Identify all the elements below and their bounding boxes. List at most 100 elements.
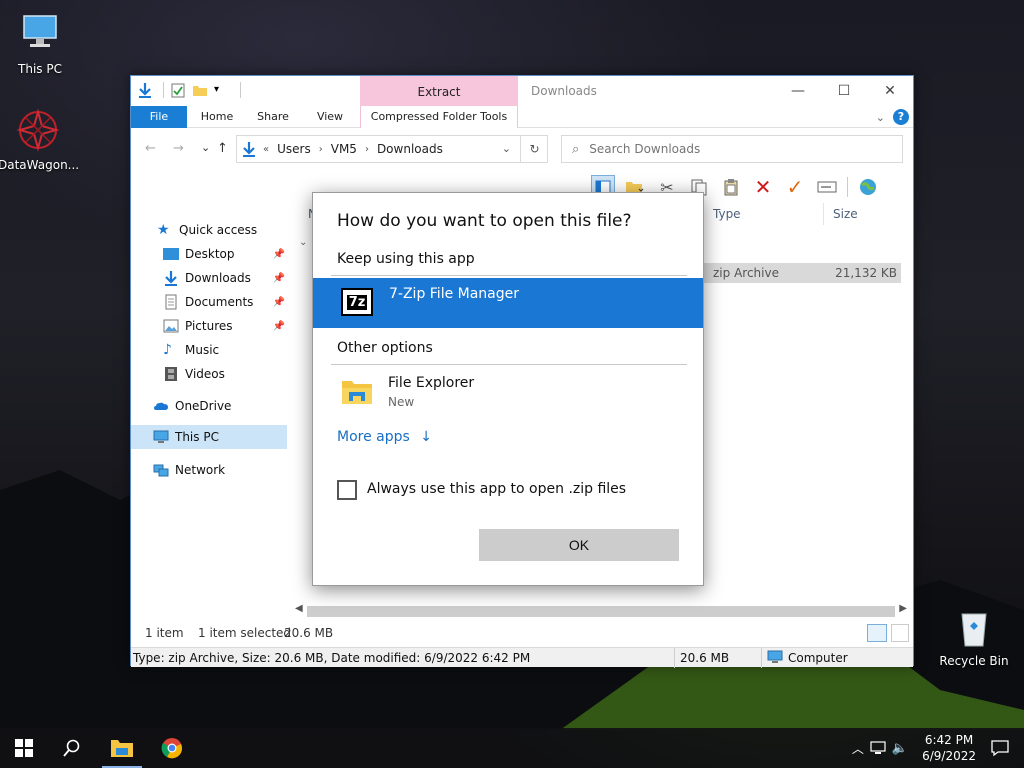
nav-label: Desktop xyxy=(185,247,235,261)
rename-icon[interactable] xyxy=(815,175,839,199)
globe-icon[interactable] xyxy=(856,175,880,199)
taskbar-file-explorer[interactable] xyxy=(98,728,146,768)
more-apps-link[interactable]: More apps ↓ xyxy=(337,429,432,445)
7zip-icon: 7z xyxy=(341,288,373,316)
recent-dropdown-icon[interactable]: ⌄ xyxy=(201,141,210,154)
pin-icon[interactable]: 📌 xyxy=(273,297,285,308)
nav-label: This PC xyxy=(175,430,219,444)
other-options-heading: Other options xyxy=(337,340,433,356)
search-icon xyxy=(63,739,80,757)
maximize-icon[interactable]: ☐ xyxy=(821,76,867,106)
taskbar-chrome[interactable] xyxy=(148,728,196,768)
qat-dropdown-icon[interactable]: ▾ xyxy=(214,82,230,98)
start-button[interactable] xyxy=(0,728,48,768)
system-tray: ︿ 🔈 6:42 PM 6/9/2022 xyxy=(852,728,976,768)
tab-compressed-folder-tools[interactable]: Compressed Folder Tools xyxy=(360,106,518,128)
column-header-size[interactable]: Size xyxy=(833,207,858,221)
context-tab-group-extract: Extract xyxy=(360,76,518,106)
status-size: 20.6 MB xyxy=(680,651,730,665)
more-apps-label: More apps xyxy=(337,429,410,445)
download-arrow-icon[interactable] xyxy=(137,82,153,98)
nav-downloads[interactable]: Downloads 📌 xyxy=(163,266,287,290)
nav-desktop[interactable]: Desktop 📌 xyxy=(163,242,287,266)
forward-arrow-icon[interactable]: → xyxy=(173,141,184,156)
nav-label: Pictures xyxy=(185,319,233,333)
nav-quick-access[interactable]: ★ Quick access xyxy=(157,218,313,242)
desktop-icon-recycle-bin[interactable]: Recycle Bin xyxy=(934,602,1014,668)
desktop-icon-this-pc[interactable]: This PC xyxy=(0,10,80,76)
breadcrumb-users[interactable]: Users xyxy=(277,142,311,156)
table-row[interactable]: zip Archive 21,132 KB xyxy=(701,263,901,283)
scrollbar-thumb[interactable] xyxy=(307,606,895,617)
tab-file[interactable]: File xyxy=(131,106,187,128)
desktop-folder-icon xyxy=(163,248,179,260)
group-collapse-icon[interactable]: ⌄ xyxy=(299,237,307,248)
app-option-file-explorer[interactable]: File Explorer New xyxy=(313,373,703,417)
notification-icon[interactable] xyxy=(990,738,1010,758)
volume-icon[interactable]: 🔈 xyxy=(892,741,908,756)
scroll-left-icon[interactable]: ◀ xyxy=(295,603,303,614)
large-icons-view-icon[interactable] xyxy=(891,624,909,642)
status-selected-size: 20.6 MB xyxy=(284,626,334,640)
ribbon-right-controls: ⌄ ? xyxy=(876,109,909,125)
nav-network[interactable]: Network xyxy=(153,458,309,482)
desktop-icon-datawagon[interactable]: DataWagon... xyxy=(0,106,79,172)
paste-icon[interactable] xyxy=(719,175,743,199)
ok-button[interactable]: OK xyxy=(479,529,679,561)
back-arrow-icon[interactable]: ← xyxy=(145,141,156,156)
nav-videos[interactable]: Videos xyxy=(163,362,287,386)
always-use-label[interactable]: Always use this app to open .zip files xyxy=(367,481,626,497)
open-with-dialog: How do you want to open this file? Keep … xyxy=(312,192,704,586)
separator xyxy=(761,648,762,668)
network-status-icon[interactable] xyxy=(870,741,886,755)
properties-icon[interactable] xyxy=(170,82,186,98)
address-bar[interactable]: « Users › VM5 › Downloads ⌄ xyxy=(236,135,548,163)
column-header-type[interactable]: Type xyxy=(713,207,741,221)
always-use-checkbox[interactable] xyxy=(337,480,357,500)
file-explorer-icon xyxy=(111,740,133,757)
tab-share[interactable]: Share xyxy=(249,106,297,128)
chevron-up-icon[interactable]: ︿ xyxy=(852,740,864,757)
tab-view[interactable]: View xyxy=(307,106,353,128)
new-folder-icon[interactable] xyxy=(192,82,208,98)
delete-icon[interactable]: ✕ xyxy=(751,175,775,199)
taskbar: ︿ 🔈 6:42 PM 6/9/2022 xyxy=(0,728,1024,768)
clock[interactable]: 6:42 PM 6/9/2022 xyxy=(922,732,976,764)
pin-icon[interactable]: 📌 xyxy=(273,249,285,260)
status-selected: 1 item selected xyxy=(198,626,292,640)
details-view-icon[interactable] xyxy=(867,624,887,642)
recycle-bin-icon xyxy=(961,613,987,647)
nav-label: Documents xyxy=(185,295,254,309)
tab-home[interactable]: Home xyxy=(193,106,241,128)
nav-documents[interactable]: Documents 📌 xyxy=(163,290,287,314)
search-button[interactable] xyxy=(48,728,96,768)
nav-pictures[interactable]: Pictures 📌 xyxy=(163,314,287,338)
status-detail: Type: zip Archive, Size: 20.6 MB, Date m… xyxy=(133,651,531,665)
chevron-right-icon[interactable]: › xyxy=(365,144,369,155)
file-size-cell: 21,132 KB xyxy=(835,266,897,280)
pin-icon[interactable]: 📌 xyxy=(273,321,285,332)
scroll-right-icon[interactable]: ▶ xyxy=(899,603,907,614)
chevron-right-icon[interactable]: › xyxy=(319,144,323,155)
pin-icon[interactable]: 📌 xyxy=(273,273,285,284)
windows-logo-icon xyxy=(15,739,33,757)
check-icon[interactable]: ✓ xyxy=(783,175,807,199)
search-input[interactable] xyxy=(589,142,870,156)
nav-onedrive[interactable]: OneDrive xyxy=(153,394,309,418)
app-option-7zip[interactable]: 7z 7-Zip File Manager xyxy=(313,278,703,328)
expand-ribbon-icon[interactable]: ⌄ xyxy=(876,111,885,124)
horizontal-scrollbar[interactable]: ◀ ▶ xyxy=(291,603,911,619)
refresh-icon[interactable]: ↻ xyxy=(520,135,548,163)
divider xyxy=(331,364,687,365)
help-icon[interactable]: ? xyxy=(893,109,909,125)
desktop-icon-label: This PC xyxy=(18,62,62,76)
nav-music[interactable]: ♪ Music xyxy=(163,338,287,362)
minimize-icon[interactable]: — xyxy=(775,76,821,106)
close-icon[interactable]: ✕ xyxy=(867,76,913,106)
breadcrumb-vm5[interactable]: VM5 xyxy=(331,142,357,156)
address-dropdown-icon[interactable]: ⌄ xyxy=(502,142,511,155)
breadcrumb-downloads[interactable]: Downloads xyxy=(377,142,443,156)
up-arrow-icon[interactable]: ↑ xyxy=(217,141,228,156)
nav-this-pc[interactable]: This PC xyxy=(131,425,287,449)
breadcrumb-overflow[interactable]: « xyxy=(263,144,269,155)
